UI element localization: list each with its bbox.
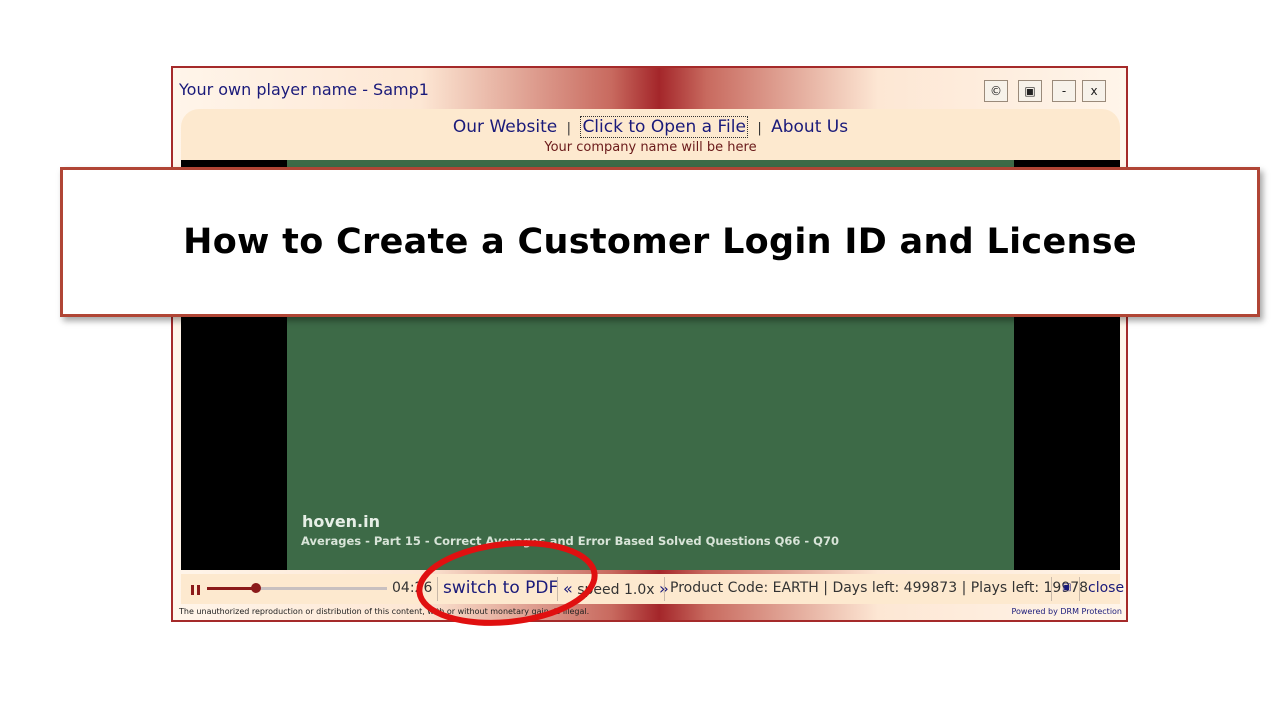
video-site-label: hoven.in [302,512,381,531]
divider [1051,577,1052,601]
company-name: Your company name will be here [544,140,757,155]
divider [664,577,665,601]
speed-down-button[interactable]: « [563,579,573,598]
close-window-button[interactable]: x [1082,80,1106,102]
seek-progress [207,587,256,590]
speed-control: « speed 1.0x » [563,579,669,598]
close-button[interactable]: close [1088,580,1124,596]
copyright-button[interactable]: © [984,80,1008,102]
seek-bar[interactable] [207,583,387,593]
title-banner: How to Create a Customer Login ID and Li… [60,167,1260,317]
window-controls: © ▣ - x [984,80,1106,102]
open-file-link[interactable]: Click to Open a File [580,116,748,138]
video-caption: Averages - Part 15 - Correct Averages an… [301,534,839,548]
minimize-button[interactable]: - [1052,80,1076,102]
divider [557,577,558,601]
nav-links: Our Website | Click to Open a File | Abo… [181,116,1120,138]
player-window: Your own player name - Samp1 © ▣ - x Our… [171,66,1128,622]
mini-player-icon[interactable]: ▣ [1062,582,1071,593]
divider [1079,577,1080,601]
maximize-button[interactable]: ▣ [1018,80,1042,102]
about-us-link[interactable]: About Us [771,117,848,137]
speed-label: speed 1.0x [577,582,655,598]
pause-icon[interactable] [191,585,201,595]
switch-to-pdf-button[interactable]: switch to PDF [443,578,558,598]
license-info: Product Code: EARTH | Days left: 499873 … [670,580,1089,596]
nav-separator: | [566,121,572,136]
window-title: Your own player name - Samp1 [179,80,429,99]
nav-separator: | [757,121,762,136]
banner-title: How to Create a Customer Login ID and Li… [183,222,1137,262]
time-display: 04:26 [392,580,433,596]
seek-handle[interactable] [250,583,261,593]
divider [437,577,438,601]
copyright-notice: The unauthorized reproduction or distrib… [179,607,590,616]
our-website-link[interactable]: Our Website [453,117,557,137]
powered-by-link[interactable]: Powered by DRM Protection [1011,607,1122,616]
control-bar: 04:26 switch to PDF « speed 1.0x » Produ… [181,574,1124,604]
